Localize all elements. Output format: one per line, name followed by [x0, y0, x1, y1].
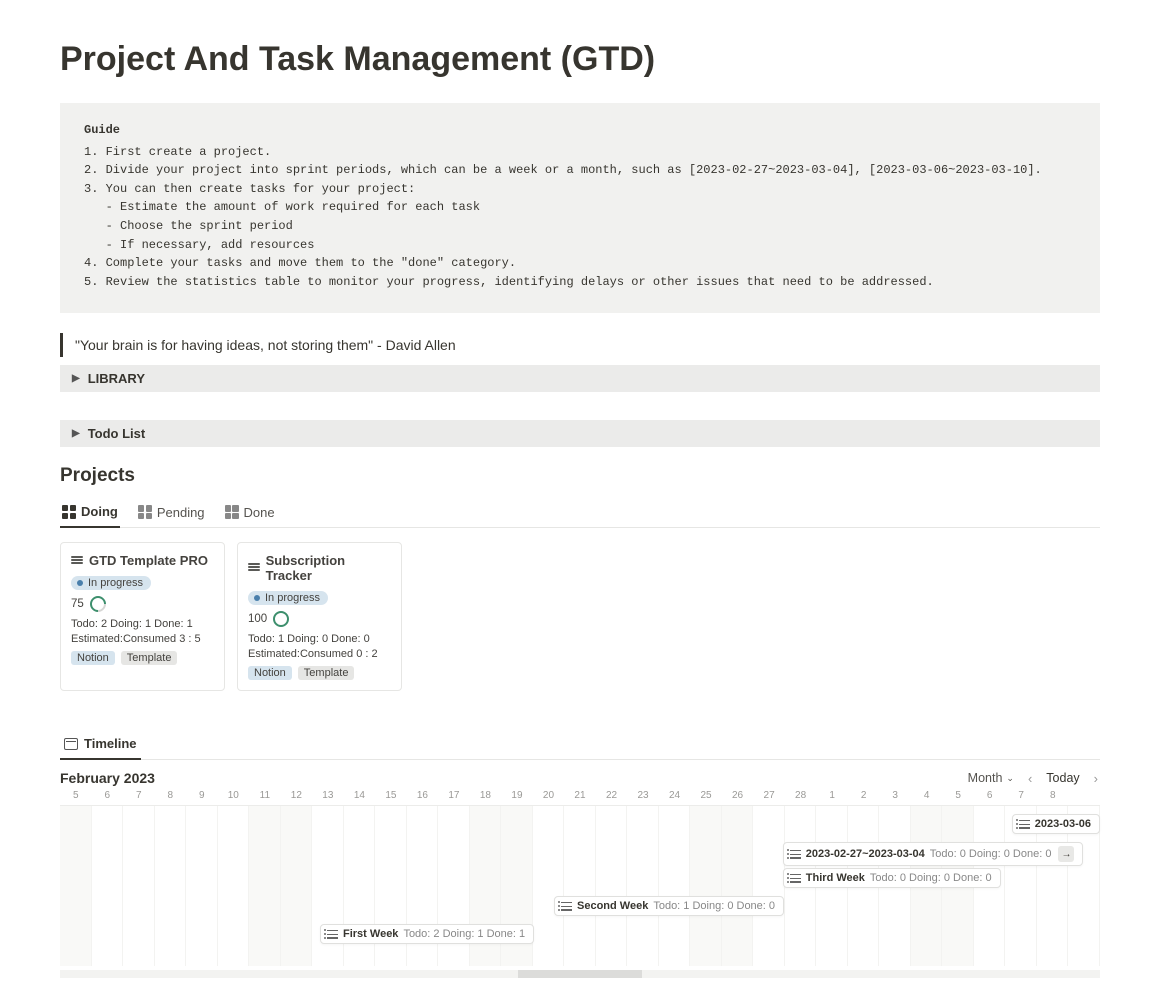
- bar-meta: Todo: 1 Doing: 0 Done: 0: [653, 900, 775, 912]
- bar-meta: Todo: 2 Doing: 1 Done: 1: [403, 928, 525, 940]
- guide-step-3c: - If necessary, add resources: [84, 236, 1076, 255]
- range-selector[interactable]: Month ⌄: [968, 771, 1014, 785]
- guide-heading: Guide: [84, 121, 1076, 140]
- tab-pending[interactable]: Pending: [136, 499, 207, 527]
- bar-title: Third Week: [806, 872, 865, 884]
- timeline-bar[interactable]: Third Week Todo: 0 Doing: 0 Done: 0: [783, 868, 1001, 888]
- status-badge: In progress: [248, 591, 328, 605]
- card-counts: Todo: 1 Doing: 0 Done: 0: [248, 633, 391, 645]
- tab-doing[interactable]: Doing: [60, 499, 120, 528]
- gallery-icon: [62, 505, 76, 519]
- quote-block: "Your brain is for having ideas, not sto…: [60, 333, 1100, 357]
- list-icon: [1019, 820, 1030, 829]
- guide-step-3a: - Estimate the amount of work required f…: [84, 198, 1076, 217]
- toggle-library-label: LIBRARY: [88, 371, 145, 386]
- progress-ring-icon: [273, 611, 289, 627]
- project-cards: GTD Template PRO In progress 75 Todo: 2 …: [60, 542, 1100, 691]
- timeline-bar[interactable]: 2023-02-27~2023-03-04 Todo: 0 Doing: 0 D…: [783, 842, 1084, 866]
- page-icon: [71, 556, 83, 566]
- chevron-right-icon: ▶: [72, 428, 80, 439]
- tab-timeline-label: Timeline: [84, 736, 137, 751]
- tab-done[interactable]: Done: [223, 499, 277, 527]
- scrollbar-thumb[interactable]: [518, 970, 643, 978]
- status-dot-icon: [254, 595, 260, 601]
- guide-step-1: 1. First create a project.: [84, 143, 1076, 162]
- page-title: Project And Task Management (GTD): [60, 40, 1100, 79]
- bar-meta: Todo: 0 Doing: 0 Done: 0: [870, 872, 992, 884]
- tag-notion: Notion: [248, 666, 292, 680]
- card-estimated: Estimated:Consumed 0 : 2: [248, 648, 391, 660]
- project-card[interactable]: Subscription Tracker In progress 100 Tod…: [237, 542, 402, 691]
- timeline-controls: Month ⌄ ‹ Today ›: [968, 771, 1100, 786]
- guide-step-3b: - Choose the sprint period: [84, 217, 1076, 236]
- list-icon: [790, 874, 801, 883]
- chevron-down-icon: ⌄: [1006, 773, 1014, 784]
- timeline-scrollbar[interactable]: [60, 970, 1100, 978]
- guide-step-3: 3. You can then create tasks for your pr…: [84, 180, 1076, 199]
- bar-title: First Week: [343, 928, 398, 940]
- toggle-todo-label: Todo List: [88, 426, 146, 441]
- progress-value: 75: [71, 598, 84, 610]
- progress-ring-icon: [86, 593, 109, 616]
- project-card[interactable]: GTD Template PRO In progress 75 Todo: 2 …: [60, 542, 225, 691]
- timeline-tabs: Timeline: [60, 731, 1100, 760]
- timeline-bar[interactable]: Second Week Todo: 1 Doing: 0 Done: 0: [554, 896, 784, 916]
- card-title: GTD Template PRO: [89, 553, 208, 568]
- guide-callout: Guide 1. First create a project. 2. Divi…: [60, 103, 1100, 313]
- tag-template: Template: [298, 666, 355, 680]
- tag-notion: Notion: [71, 651, 115, 665]
- tab-timeline[interactable]: Timeline: [60, 731, 141, 760]
- day-header-row: 5 6 7 8 9 10 11 12 13 14 15 16 17 18 19 …: [60, 790, 1100, 806]
- next-button[interactable]: ›: [1092, 771, 1100, 786]
- guide-step-4: 4. Complete your tasks and move them to …: [84, 254, 1076, 273]
- bar-title: Second Week: [577, 900, 648, 912]
- toggle-todo-list[interactable]: ▶ Todo List: [60, 420, 1100, 447]
- projects-tabs: Doing Pending Done: [60, 499, 1100, 528]
- tab-doing-label: Doing: [81, 504, 118, 519]
- list-icon: [327, 930, 338, 939]
- projects-heading: Projects: [60, 465, 1100, 487]
- timeline-month-label: February 2023: [60, 770, 155, 786]
- card-counts: Todo: 2 Doing: 1 Done: 1: [71, 618, 214, 630]
- timeline-bar[interactable]: 2023-03-06: [1012, 814, 1100, 834]
- tab-done-label: Done: [244, 505, 275, 520]
- bar-meta: Todo: 0 Doing: 0 Done: 0: [930, 848, 1052, 860]
- guide-step-5: 5. Review the statistics table to monito…: [84, 273, 1076, 292]
- gallery-icon: [138, 505, 152, 519]
- arrow-right-icon[interactable]: →: [1058, 846, 1074, 862]
- timeline-grid: 5 6 7 8 9 10 11 12 13 14 15 16 17 18 19 …: [60, 790, 1100, 978]
- tag-template: Template: [121, 651, 178, 665]
- card-estimated: Estimated:Consumed 3 : 5: [71, 633, 214, 645]
- status-badge: In progress: [71, 576, 151, 590]
- tab-pending-label: Pending: [157, 505, 205, 520]
- bar-title: 2023-02-27~2023-03-04: [806, 848, 925, 860]
- today-button[interactable]: Today: [1046, 771, 1079, 785]
- card-title: Subscription Tracker: [266, 553, 391, 583]
- status-dot-icon: [77, 580, 83, 586]
- prev-button[interactable]: ‹: [1026, 771, 1034, 786]
- gallery-icon: [225, 505, 239, 519]
- bar-title: 2023-03-06: [1035, 818, 1091, 830]
- chevron-right-icon: ▶: [72, 373, 80, 384]
- list-icon: [561, 902, 572, 911]
- timeline-icon: [64, 738, 78, 750]
- guide-step-2: 2. Divide your project into sprint perio…: [84, 161, 1076, 180]
- progress-value: 100: [248, 613, 267, 625]
- timeline-bar[interactable]: First Week Todo: 2 Doing: 1 Done: 1: [320, 924, 534, 944]
- list-icon: [790, 850, 801, 859]
- toggle-library[interactable]: ▶ LIBRARY: [60, 365, 1100, 392]
- page-icon: [248, 563, 260, 573]
